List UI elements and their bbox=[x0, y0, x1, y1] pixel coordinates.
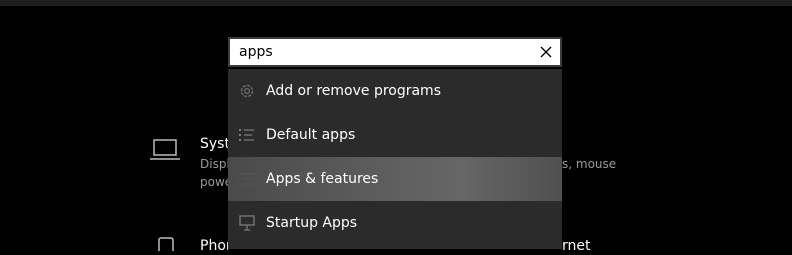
close-icon bbox=[540, 46, 552, 58]
system-category-description: Displ bbox=[200, 157, 228, 171]
result-default-apps[interactable]: Default apps bbox=[228, 113, 562, 157]
result-label: Startup Apps bbox=[266, 215, 358, 231]
result-apps-features[interactable]: Apps & features bbox=[228, 157, 562, 201]
result-add-remove-programs[interactable]: Add or remove programs bbox=[228, 69, 562, 113]
phone-category-title[interactable]: Phon bbox=[200, 238, 228, 254]
apps-features-icon bbox=[238, 170, 256, 188]
system-category-description-line2: powe bbox=[200, 175, 228, 189]
gear-icon bbox=[238, 82, 256, 100]
network-category-title-fragment[interactable]: rnet bbox=[562, 238, 602, 254]
system-category-description-right: s, mouse bbox=[562, 157, 617, 171]
result-startup-apps[interactable]: Startup Apps bbox=[228, 201, 562, 245]
result-label: Add or remove programs bbox=[266, 83, 441, 99]
settings-search-box bbox=[228, 37, 562, 67]
system-category-title[interactable]: Syste bbox=[200, 136, 228, 152]
search-suggestions-dropdown: Add or remove programs Default apps Apps… bbox=[228, 69, 562, 249]
laptop-icon bbox=[149, 138, 181, 166]
default-apps-icon bbox=[238, 126, 256, 144]
clear-search-button[interactable] bbox=[538, 44, 554, 60]
result-label: Default apps bbox=[266, 127, 356, 143]
startup-apps-icon bbox=[238, 214, 256, 232]
window-top-strip bbox=[0, 0, 792, 6]
search-input[interactable] bbox=[230, 39, 530, 65]
result-label: Apps & features bbox=[266, 171, 379, 187]
phone-icon bbox=[156, 236, 176, 255]
